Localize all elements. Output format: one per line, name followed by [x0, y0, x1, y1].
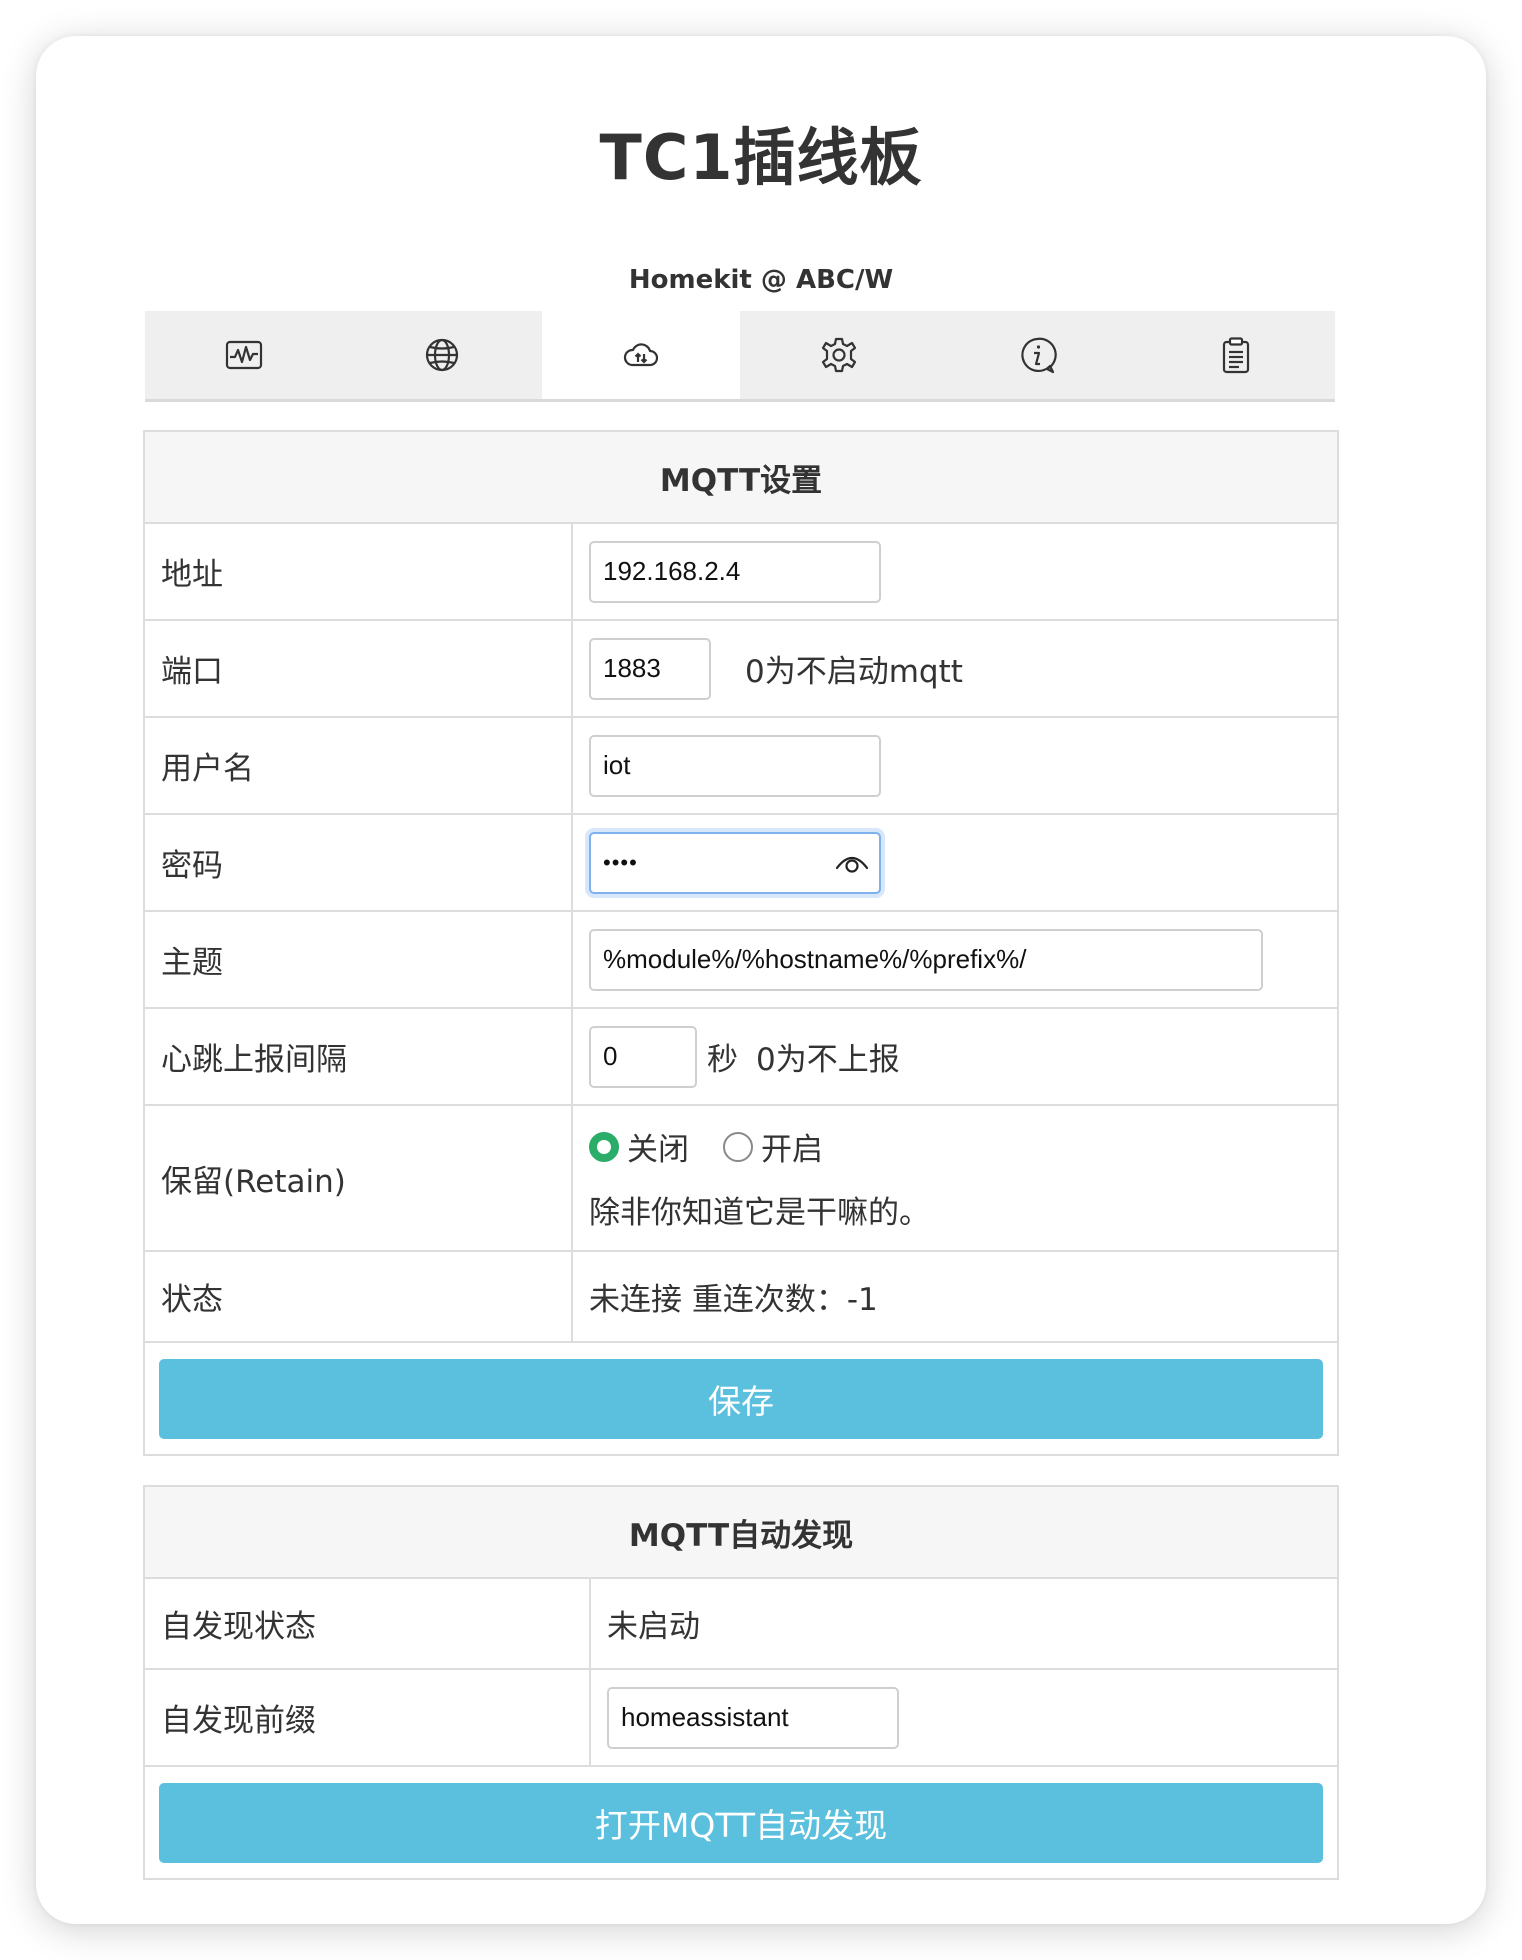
password-field: [589, 831, 881, 894]
port-input[interactable]: [589, 637, 711, 700]
enable-discovery-button[interactable]: 打开MQTT自动发现: [159, 1783, 1323, 1863]
clipboard-icon: [1222, 337, 1249, 374]
radio-unchecked-icon: [723, 1131, 753, 1162]
address-input[interactable]: [589, 540, 881, 603]
tab-mqtt[interactable]: [541, 311, 740, 399]
row-password: 密码: [145, 815, 1337, 912]
waveform-icon: [226, 340, 263, 370]
tab-settings[interactable]: [740, 311, 938, 399]
port-label: 端口: [145, 621, 573, 716]
discovery-prefix-label: 自发现前缀: [145, 1670, 591, 1765]
mqtt-settings-heading: MQTT设置: [145, 432, 1337, 524]
mqtt-discovery-heading: MQTT自动发现: [145, 1487, 1337, 1579]
retain-on-label: 开启: [761, 1132, 823, 1168]
row-topic: 主题: [145, 912, 1337, 1009]
gear-icon: [822, 337, 857, 373]
globe-icon: [426, 338, 459, 372]
retain-label: 保留(Retain): [145, 1106, 573, 1250]
topic-label: 主题: [145, 912, 573, 1007]
page-title: TC1插线板: [599, 121, 923, 194]
topic-input[interactable]: [589, 928, 1263, 991]
row-retain: 保留(Retain) 关闭 开启 除非你知道它是干嘛的。: [145, 1106, 1337, 1252]
discovery-state-value: 未启动: [607, 1609, 700, 1645]
heartbeat-note: 0为不上报: [756, 1042, 900, 1078]
row-discovery-state: 自发现状态 未启动: [145, 1579, 1337, 1670]
row-discovery-prefix: 自发现前缀: [145, 1670, 1337, 1767]
tab-log[interactable]: [1137, 311, 1335, 399]
row-port: 端口 0为不启动mqtt: [145, 621, 1337, 718]
discovery-prefix-input[interactable]: [607, 1686, 899, 1749]
password-label: 密码: [145, 815, 573, 910]
eye-icon[interactable]: [835, 848, 869, 878]
heartbeat-label: 心跳上报间隔: [145, 1009, 573, 1104]
tab-info[interactable]: [938, 311, 1136, 399]
row-username: 用户名: [145, 718, 1337, 815]
info-icon: [1021, 337, 1058, 374]
tab-status[interactable]: [145, 311, 343, 399]
username-input[interactable]: [589, 734, 881, 797]
mqtt-discovery-panel: MQTT自动发现 自发现状态 未启动 自发现前缀 打开MQTT自动发现: [143, 1485, 1339, 1880]
heartbeat-unit: 秒: [707, 1042, 738, 1078]
port-note: 0为不启动mqtt: [745, 654, 963, 690]
row-status: 状态 未连接 重连次数：-1: [145, 1252, 1337, 1343]
status-value: 未连接 重连次数：-1: [589, 1282, 878, 1318]
tab-bar: [145, 311, 1335, 402]
status-label: 状态: [145, 1252, 573, 1341]
save-button[interactable]: 保存: [159, 1359, 1323, 1439]
cloud-sync-icon: [623, 343, 658, 367]
row-heartbeat: 心跳上报间隔 秒 0为不上报: [145, 1009, 1337, 1106]
discovery-state-label: 自发现状态: [145, 1579, 591, 1668]
retain-radio-group: 关闭 开启: [589, 1124, 857, 1169]
retain-on-radio[interactable]: 开启: [723, 1124, 823, 1169]
retain-off-label: 关闭: [627, 1132, 689, 1168]
address-label: 地址: [145, 524, 573, 619]
retain-off-radio[interactable]: 关闭: [589, 1124, 689, 1169]
retain-hint: 除非你知道它是干嘛的。: [589, 1195, 930, 1231]
mqtt-settings-panel: MQTT设置 地址 端口 0为不启动mqtt 用户名 密码: [143, 430, 1339, 1456]
heartbeat-input[interactable]: [589, 1025, 697, 1088]
tab-network[interactable]: [343, 311, 541, 399]
username-label: 用户名: [145, 718, 573, 813]
row-address: 地址: [145, 524, 1337, 621]
page-subtitle: Homekit @ ABC/W: [628, 265, 894, 295]
radio-checked-icon: [589, 1131, 619, 1162]
